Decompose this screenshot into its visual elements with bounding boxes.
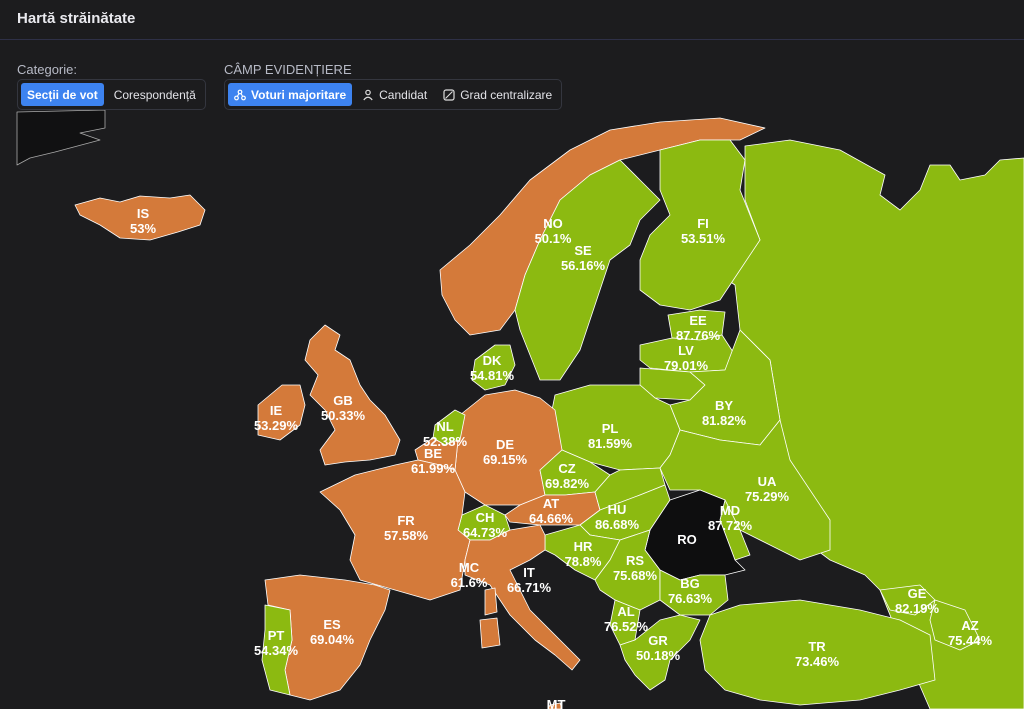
country-code-is: IS xyxy=(137,206,150,221)
top-bar: Hartă străinătate xyxy=(0,0,1024,40)
country-value-al: 76.52% xyxy=(604,619,649,634)
highlight-field-toggle: Voturi majoritare Candidat Grad centrali… xyxy=(224,79,563,110)
country-value-lv: 79.01% xyxy=(664,358,709,373)
country-value-hu: 86.68% xyxy=(595,517,640,532)
country-value-no: 50.1% xyxy=(535,231,572,246)
country-shape-it-sardinia[interactable] xyxy=(484,587,498,616)
country-value-bg: 76.63% xyxy=(668,591,713,606)
country-code-az: AZ xyxy=(961,618,978,633)
country-code-ro: RO xyxy=(677,532,697,547)
country-value-pt: 54.34% xyxy=(254,643,299,658)
country-value-es: 69.04% xyxy=(310,632,355,647)
category-toggle: Secții de vot Corespondență xyxy=(17,79,206,110)
country-code-pt: PT xyxy=(268,628,285,643)
country-code-by: BY xyxy=(715,398,733,413)
country-value-se: 56.16% xyxy=(561,258,606,273)
corespondenta-button[interactable]: Corespondență xyxy=(108,83,202,106)
grad-centralizare-button[interactable]: Grad centralizare xyxy=(437,83,558,106)
country-code-md: MD xyxy=(720,503,740,518)
country-value-hr: 78.8% xyxy=(565,554,602,569)
country-value-cz: 69.82% xyxy=(545,476,590,491)
voturi-majoritare-button[interactable]: Voturi majoritare xyxy=(228,83,353,106)
highlight-field-label: CÂMP EVIDENȚIERE xyxy=(224,62,352,77)
gauge-icon xyxy=(443,88,455,101)
greenland-shape xyxy=(16,109,106,166)
country-value-gb: 50.33% xyxy=(321,408,366,423)
grad-centralizare-label: Grad centralizare xyxy=(460,87,553,102)
country-value-az: 75.44% xyxy=(948,633,993,648)
country-code-gr: GR xyxy=(648,633,668,648)
country-code-dk: DK xyxy=(483,353,502,368)
country-value-ee: 87.76% xyxy=(676,328,721,343)
country-code-fi: FI xyxy=(697,216,709,231)
country-shape-it-sardinia2[interactable] xyxy=(479,617,501,649)
country-code-mt: MT xyxy=(547,697,566,709)
country-value-it: 66.71% xyxy=(507,580,552,595)
country-code-at: AT xyxy=(543,496,559,511)
country-code-al: AL xyxy=(617,604,634,619)
country-code-hu: HU xyxy=(608,502,627,517)
country-value-pl: 81.59% xyxy=(588,436,633,451)
country-code-pl: PL xyxy=(602,421,619,436)
country-value-ua: 75.29% xyxy=(745,489,790,504)
country-code-gb: GB xyxy=(333,393,353,408)
network-icon xyxy=(234,89,246,100)
country-code-no: NO xyxy=(543,216,563,231)
country-value-be: 61.99% xyxy=(411,461,456,476)
country-value-dk: 54.81% xyxy=(470,368,515,383)
country-code-bg: BG xyxy=(680,576,700,591)
country-code-cz: CZ xyxy=(558,461,575,476)
country-value-rs: 75.68% xyxy=(613,568,658,583)
country-value-gr: 50.18% xyxy=(636,648,681,663)
country-value-at: 64.66% xyxy=(529,511,574,526)
europe-map[interactable]: IS53% NO50.1%SE56.16% FI53.51% EE87.76%LV79… xyxy=(0,41,1024,709)
country-value-ie: 53.29% xyxy=(254,418,299,433)
country-value-ge: 82.19% xyxy=(895,601,940,616)
country-code-hr: HR xyxy=(574,539,593,554)
country-value-tr: 73.46% xyxy=(795,654,840,669)
category-label: Categorie: xyxy=(17,62,77,77)
country-value-md: 87.72% xyxy=(708,518,753,533)
country-value-is: 53% xyxy=(130,221,156,236)
country-code-ge: GE xyxy=(908,586,927,601)
country-code-be: BE xyxy=(424,446,442,461)
country-value-ch: 64.73% xyxy=(463,525,508,540)
country-code-ee: EE xyxy=(689,313,707,328)
country-code-ch: CH xyxy=(476,510,495,525)
country-code-de: DE xyxy=(496,437,514,452)
country-code-ua: UA xyxy=(758,474,777,489)
sectii-de-vot-button[interactable]: Secții de vot xyxy=(21,83,104,106)
voturi-majoritare-label: Voturi majoritare xyxy=(251,87,347,102)
person-icon xyxy=(363,89,373,100)
country-code-tr: TR xyxy=(808,639,826,654)
country-code-it: IT xyxy=(523,565,535,580)
country-code-lv: LV xyxy=(678,343,694,358)
country-value-fr: 57.58% xyxy=(384,528,429,543)
country-code-se: SE xyxy=(574,243,592,258)
country-code-es: ES xyxy=(323,617,341,632)
country-code-fr: FR xyxy=(397,513,415,528)
country-value-mc: 61.6% xyxy=(451,575,488,590)
country-code-rs: RS xyxy=(626,553,644,568)
country-value-de: 69.15% xyxy=(483,452,528,467)
page-title: Hartă străinătate xyxy=(17,10,136,27)
candidat-label: Candidat xyxy=(379,87,428,102)
country-value-by: 81.82% xyxy=(702,413,747,428)
country-value-fi: 53.51% xyxy=(681,231,726,246)
country-code-mc: MC xyxy=(459,560,480,575)
candidat-button[interactable]: Candidat xyxy=(356,83,433,106)
country-code-ie: IE xyxy=(270,403,283,418)
country-code-nl: NL xyxy=(436,419,453,434)
